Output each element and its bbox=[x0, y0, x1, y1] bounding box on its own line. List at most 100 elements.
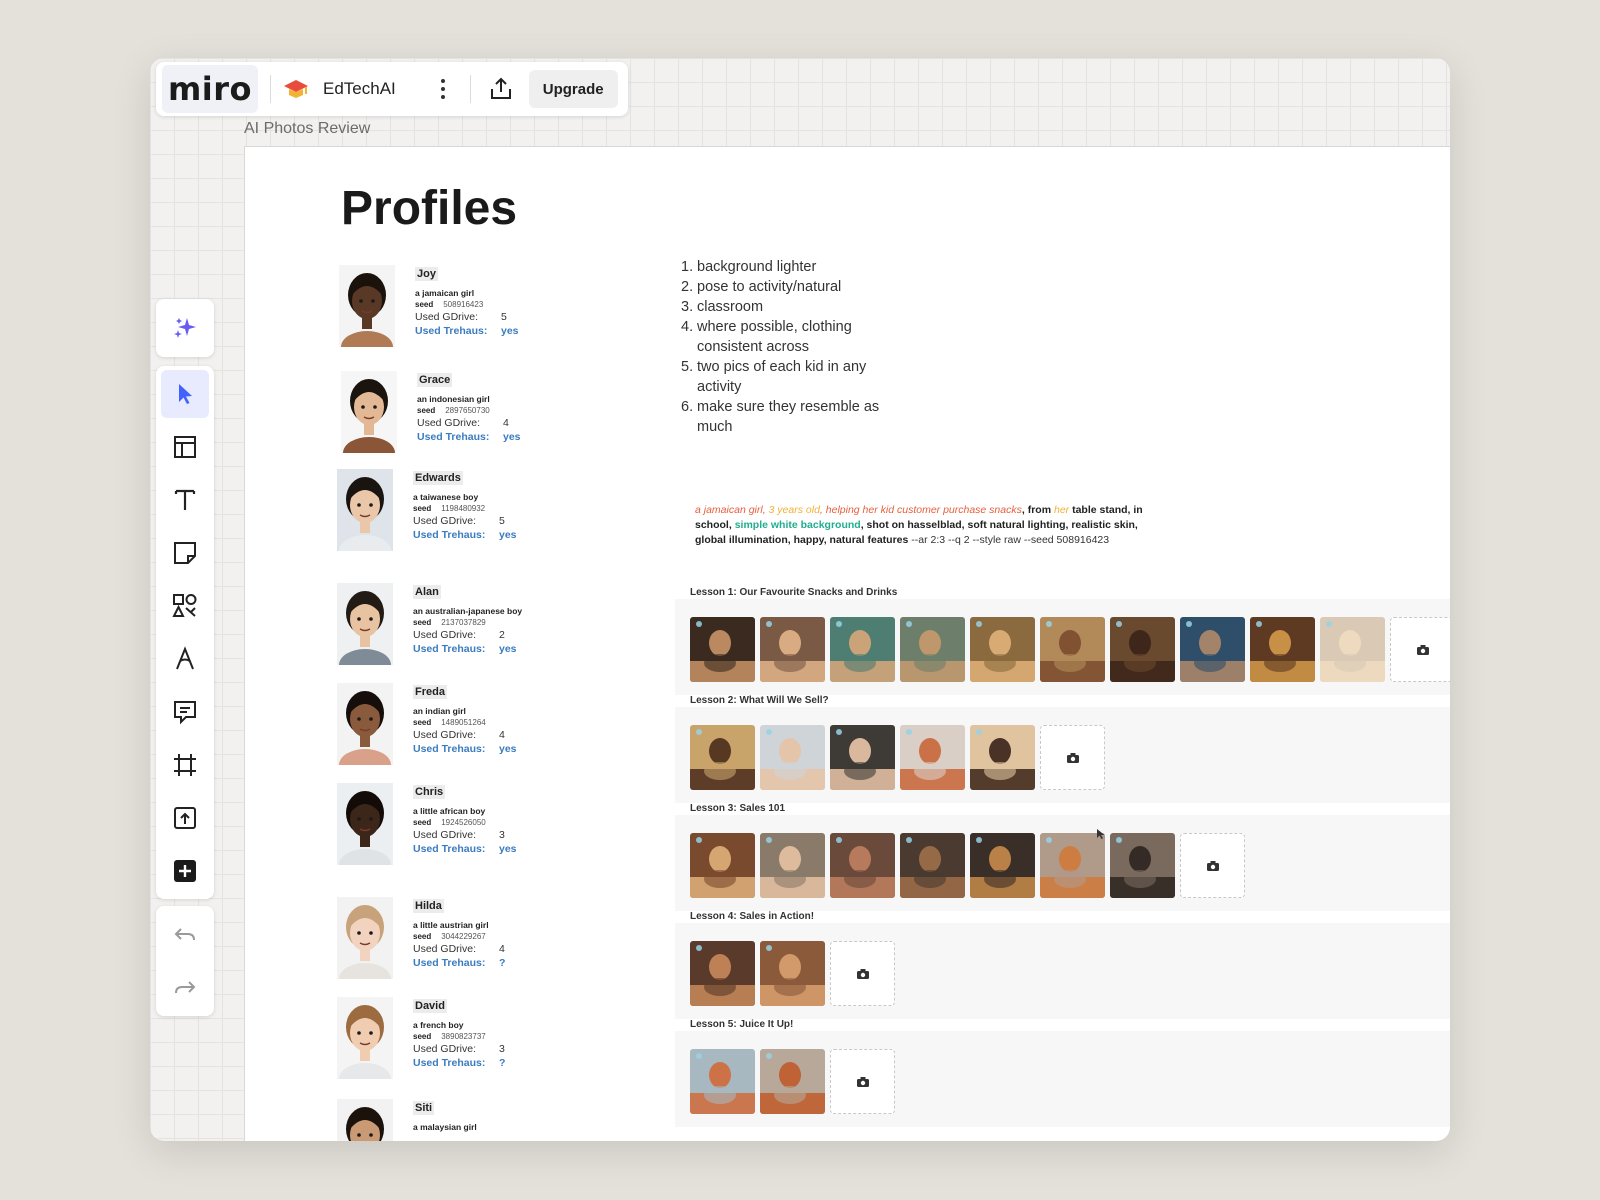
add-photo-slot[interactable] bbox=[830, 941, 895, 1006]
profile-description: a taiwanese boy bbox=[413, 492, 479, 502]
lesson-photo[interactable] bbox=[900, 725, 965, 790]
profile-name[interactable]: Edwards bbox=[413, 471, 463, 485]
lesson-photo[interactable] bbox=[1110, 833, 1175, 898]
lesson-photo[interactable] bbox=[690, 1049, 755, 1114]
pen-tool-icon[interactable] bbox=[161, 635, 209, 683]
lesson-photo[interactable] bbox=[690, 941, 755, 1006]
profile-name[interactable]: Joy bbox=[415, 267, 438, 281]
lesson-photo[interactable] bbox=[760, 617, 825, 682]
shapes-icon[interactable] bbox=[161, 582, 209, 630]
frame-tool-icon[interactable] bbox=[161, 741, 209, 789]
miro-logo[interactable]: miro bbox=[162, 65, 258, 113]
profile-photo[interactable] bbox=[337, 469, 393, 551]
profile-name[interactable]: David bbox=[413, 999, 447, 1013]
profile-seed: seed 1924526050 bbox=[413, 818, 486, 827]
used-gdrive-row: Used GDrive: 4 bbox=[413, 943, 505, 955]
used-trehaus-row: Used Trehaus: yes bbox=[413, 843, 517, 855]
profile-photo[interactable] bbox=[337, 583, 393, 665]
more-options-icon[interactable] bbox=[428, 71, 458, 107]
profile-photo[interactable] bbox=[337, 783, 393, 865]
undo-icon[interactable] bbox=[161, 910, 209, 958]
lesson-photo[interactable] bbox=[970, 617, 1035, 682]
profile-name[interactable]: Chris bbox=[413, 785, 446, 799]
prompt-activity: helping her kid customer purchase snacks bbox=[825, 504, 1022, 516]
lesson-photo[interactable] bbox=[760, 725, 825, 790]
profile-card: Hilda a little austrian girl seed 304422926… bbox=[337, 897, 657, 987]
camera-icon bbox=[856, 968, 869, 979]
share-icon[interactable] bbox=[483, 71, 519, 107]
add-more-icon[interactable] bbox=[161, 847, 209, 895]
text-tool-icon[interactable] bbox=[161, 476, 209, 524]
templates-icon[interactable] bbox=[161, 423, 209, 471]
lesson-photo[interactable] bbox=[900, 833, 965, 898]
miro-board-window: miro EdTechAI Upgrade AI Photos Review P… bbox=[150, 58, 1450, 1141]
board-name[interactable]: EdTechAI bbox=[323, 79, 396, 99]
lesson-photo[interactable] bbox=[1320, 617, 1385, 682]
ai-sparkle-icon[interactable] bbox=[156, 299, 214, 357]
comment-icon[interactable] bbox=[161, 688, 209, 736]
used-trehaus-value: yes bbox=[503, 431, 521, 443]
lesson-photo[interactable] bbox=[1180, 617, 1245, 682]
lesson-photo[interactable] bbox=[970, 833, 1035, 898]
add-photo-slot[interactable] bbox=[830, 1049, 895, 1114]
lesson-photo[interactable] bbox=[1110, 617, 1175, 682]
redo-icon[interactable] bbox=[161, 963, 209, 1011]
lesson-photo[interactable] bbox=[690, 617, 755, 682]
lesson-photo[interactable] bbox=[900, 617, 965, 682]
used-trehaus-row: Used Trehaus: yes bbox=[417, 431, 521, 443]
profile-photo[interactable] bbox=[337, 1099, 393, 1141]
profile-name[interactable]: Siti bbox=[413, 1101, 435, 1115]
top-toolbar: miro EdTechAI Upgrade bbox=[156, 62, 628, 116]
used-gdrive-value: 4 bbox=[499, 943, 505, 955]
lesson-photo[interactable] bbox=[830, 833, 895, 898]
profile-photo[interactable] bbox=[339, 265, 395, 347]
profile-name[interactable]: Freda bbox=[413, 685, 447, 699]
profile-photo[interactable] bbox=[341, 371, 397, 453]
used-trehaus-value: yes bbox=[499, 743, 517, 755]
lesson-photo[interactable] bbox=[970, 725, 1035, 790]
lesson-title[interactable]: Lesson 4: Sales in Action! bbox=[675, 911, 1450, 922]
used-trehaus-value: ? bbox=[499, 1057, 506, 1069]
lesson-photo[interactable] bbox=[690, 833, 755, 898]
sticky-note-icon[interactable] bbox=[161, 529, 209, 577]
lesson-photo[interactable] bbox=[1250, 617, 1315, 682]
lesson-photo[interactable] bbox=[760, 941, 825, 1006]
frame-title[interactable]: AI Photos Review bbox=[244, 120, 370, 138]
lesson-title[interactable]: Lesson 3: Sales 101 bbox=[675, 803, 1450, 814]
lesson-title[interactable]: Lesson 2: What Will We Sell? bbox=[675, 695, 1450, 706]
used-gdrive-value: 2 bbox=[499, 629, 505, 641]
upgrade-button[interactable]: Upgrade bbox=[528, 70, 618, 108]
profile-name[interactable]: Hilda bbox=[413, 899, 444, 913]
add-photo-slot[interactable] bbox=[1180, 833, 1245, 898]
lesson-photo[interactable] bbox=[760, 833, 825, 898]
add-photo-slot[interactable] bbox=[1040, 725, 1105, 790]
used-gdrive-row: Used GDrive: 5 bbox=[415, 311, 507, 323]
lesson-row: Lesson 5: Juice It Up! bbox=[675, 1019, 1450, 1127]
lesson-photo[interactable] bbox=[830, 725, 895, 790]
lesson-title[interactable]: Lesson 5: Juice It Up! bbox=[675, 1019, 1450, 1030]
profile-name[interactable]: Alan bbox=[413, 585, 441, 599]
camera-icon bbox=[856, 1076, 869, 1087]
lesson-photo[interactable] bbox=[690, 725, 755, 790]
lesson-photo[interactable] bbox=[1040, 617, 1105, 682]
camera-icon bbox=[1066, 752, 1079, 763]
profile-photo[interactable] bbox=[337, 683, 393, 765]
used-gdrive-value: 5 bbox=[499, 515, 505, 527]
profile-description: a little african boy bbox=[413, 806, 486, 816]
lesson-photos bbox=[690, 941, 895, 1006]
lesson-photo[interactable] bbox=[830, 617, 895, 682]
prompt-background: simple white background bbox=[734, 519, 861, 531]
profile-photo[interactable] bbox=[337, 997, 393, 1079]
used-gdrive-value: 4 bbox=[499, 729, 505, 741]
profile-photo[interactable] bbox=[337, 897, 393, 979]
select-tool-icon[interactable] bbox=[161, 370, 209, 418]
lesson-photos bbox=[690, 833, 1245, 898]
add-photo-slot[interactable] bbox=[1390, 617, 1450, 682]
used-trehaus-row: Used Trehaus:? bbox=[413, 1057, 506, 1069]
profile-name[interactable]: Grace bbox=[417, 373, 453, 387]
lesson-title[interactable]: Lesson 1: Our Favourite Snacks and Drink… bbox=[675, 587, 1450, 598]
profile-card: Siti a malaysian girl bbox=[337, 1099, 657, 1141]
upload-icon[interactable] bbox=[161, 794, 209, 842]
lesson-photos bbox=[690, 1049, 895, 1114]
lesson-photo[interactable] bbox=[760, 1049, 825, 1114]
